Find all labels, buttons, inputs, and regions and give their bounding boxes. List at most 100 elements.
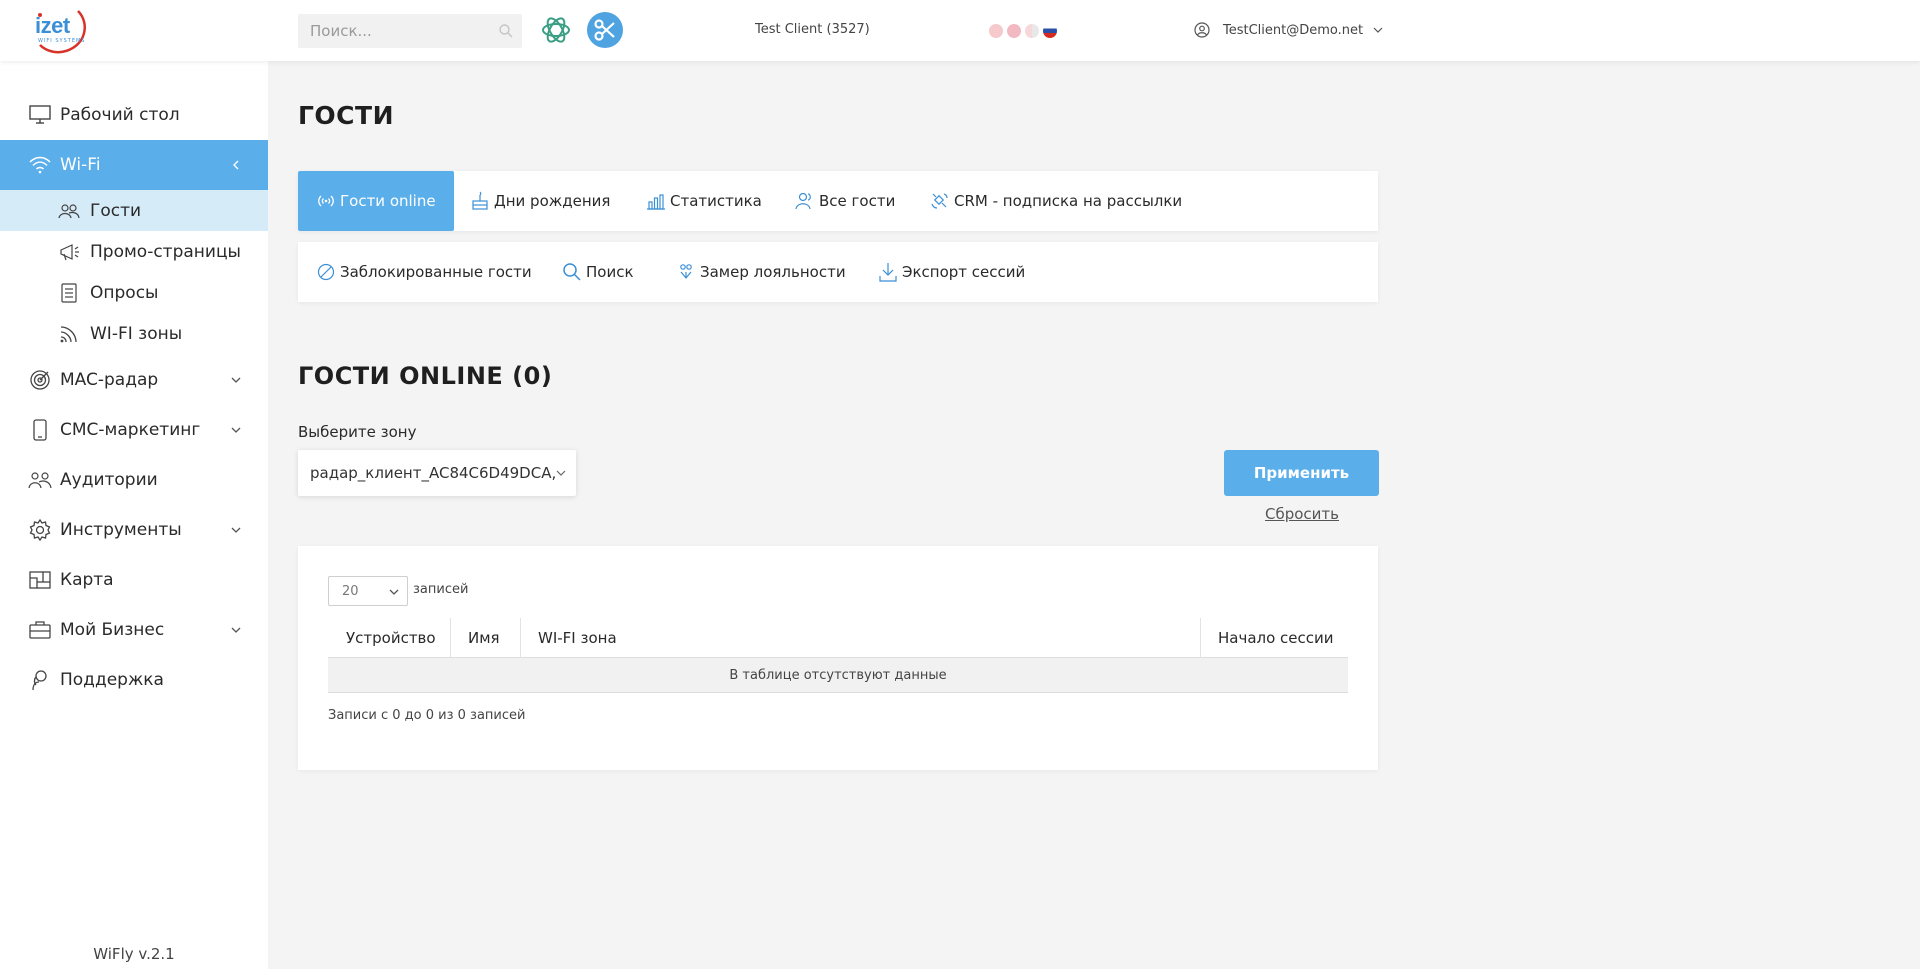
support-icon <box>28 668 52 692</box>
flag-icon[interactable] <box>989 24 1003 38</box>
sidebar-item-label: Поддержка <box>60 670 164 690</box>
chevron-down-icon <box>1373 27 1383 33</box>
tab-label: Экспорт сессий <box>902 263 1026 281</box>
signal-icon <box>58 323 80 345</box>
guests-icon <box>58 200 80 222</box>
sidebar-subitem-label: Промо-страницы <box>90 241 241 262</box>
sidebar-subitem-wifi-zones[interactable]: WI-FI зоны <box>0 313 268 354</box>
zone-label: Выберите зону <box>298 423 417 441</box>
cake-icon <box>470 191 490 211</box>
sidebar-item-label: Аудитории <box>60 470 158 490</box>
sidebar-item-label: MAC-радар <box>60 370 159 390</box>
sidebar-item-wifi[interactable]: Wi-Fi <box>0 140 268 190</box>
zone-select[interactable]: радар_клиент_AC84C6D49DCA, 1 <box>298 450 576 496</box>
column-divider <box>450 618 451 658</box>
sidebar-item-mac-radar[interactable]: MAC-радар <box>0 355 268 405</box>
column-header-session-start[interactable]: Начало сессии <box>1218 618 1334 658</box>
page-length-select[interactable]: 20 <box>328 576 408 606</box>
chart-icon <box>646 191 666 211</box>
sidebar-item-audiences[interactable]: Аудитории <box>0 455 268 505</box>
sidebar-subitem-guests[interactable]: Гости <box>0 190 268 231</box>
table-info: Записи с 0 до 0 из 0 записей <box>328 708 526 723</box>
client-name: Test Client (3527) <box>755 22 870 37</box>
page-length-value: 20 <box>342 584 359 599</box>
tab-label: Статистика <box>670 192 762 210</box>
search-box[interactable] <box>298 14 522 48</box>
logo-subtitle: WIFI SYSTEMS <box>38 38 86 44</box>
logo-text: izet <box>35 13 70 38</box>
loyalty-icon <box>676 262 696 282</box>
tab-label: Поиск <box>586 263 634 281</box>
map-icon <box>28 568 52 592</box>
gear-icon <box>28 518 52 542</box>
user-email: TestClient@Demo.net <box>1223 22 1364 38</box>
column-header-name[interactable]: Имя <box>468 618 500 658</box>
top-bar: izet WIFI SYSTEMS Test Client (3527) <box>0 0 1920 61</box>
radar-icon <box>28 368 52 392</box>
app-version: WiFly v.2.1 <box>93 945 175 963</box>
sidebar-subitem-surveys[interactable]: Опросы <box>0 272 268 313</box>
chevron-down-icon <box>231 377 241 383</box>
briefcase-icon <box>28 618 52 642</box>
tabs-row-secondary: Заблокированные гости Поиск Замер лояльн… <box>298 242 1378 302</box>
apply-button[interactable]: Применить <box>1224 450 1379 496</box>
user-menu[interactable]: TestClient@Demo.net <box>1194 20 1383 40</box>
logo[interactable]: izet WIFI SYSTEMS <box>30 5 90 55</box>
sidebar-item-label: Инструменты <box>60 520 182 540</box>
sidebar-subitem-label: WI-FI зоны <box>90 323 183 344</box>
zone-select-value: радар_клиент_AC84C6D49DCA, 1 <box>310 464 560 482</box>
search-input[interactable] <box>298 14 478 48</box>
guests-table-card: 20 записей Устройство Имя WI-FI зона Нач… <box>298 546 1378 770</box>
column-header-device[interactable]: Устройство <box>346 618 436 658</box>
sidebar-item-label: Карта <box>60 570 114 590</box>
sidebar-item-label: Рабочий стол <box>60 105 180 125</box>
sidebar-item-support[interactable]: Поддержка <box>0 655 268 705</box>
language-switcher <box>989 24 1057 38</box>
sidebar-item-business[interactable]: Мой Бизнес <box>0 605 268 655</box>
reset-link[interactable]: Сбросить <box>1265 505 1339 523</box>
sidebar-item-tools[interactable]: Инструменты <box>0 505 268 555</box>
tab-loyalty[interactable]: Замер лояльности <box>676 242 846 302</box>
sidebar-subitem-promo[interactable]: Промо-страницы <box>0 231 268 272</box>
sidebar-item-sms[interactable]: СМС-маркетинг <box>0 405 268 455</box>
page-title: ГОСТИ <box>298 101 395 130</box>
tab-blocked-guests[interactable]: Заблокированные гости <box>316 242 532 302</box>
megaphone-icon <box>58 241 80 263</box>
phone-icon <box>28 418 52 442</box>
sidebar-subitem-label: Гости <box>90 200 142 221</box>
flag-ru-icon[interactable] <box>1043 24 1057 38</box>
section-title: ГОСТИ ONLINE (0) <box>298 362 553 390</box>
tab-all-guests[interactable]: Все гости <box>795 171 895 231</box>
chevron-down-icon <box>231 427 241 433</box>
tab-label: CRM - подписка на рассылки <box>954 192 1183 210</box>
user-circle-icon <box>1194 22 1210 38</box>
wifi-icon <box>28 153 52 177</box>
search-icon[interactable] <box>498 23 514 39</box>
sidebar-item-dashboard[interactable]: Рабочий стол <box>0 90 268 140</box>
tab-label: Замер лояльности <box>700 263 846 281</box>
tab-label: Дни рождения <box>494 192 611 210</box>
column-divider <box>1200 618 1201 658</box>
tab-crm-subscription[interactable]: CRM - подписка на рассылки <box>930 171 1182 231</box>
broadcast-icon <box>316 191 336 211</box>
chevron-down-icon <box>389 589 399 595</box>
table-header: Устройство Имя WI-FI зона Начало сессии <box>328 618 1348 658</box>
tab-statistics[interactable]: Статистика <box>646 171 762 231</box>
scissors-button[interactable] <box>587 12 623 48</box>
chatgpt-icon[interactable] <box>538 12 574 48</box>
people-icon <box>28 468 52 492</box>
tab-guests-online[interactable]: Гости online <box>298 171 454 231</box>
sidebar-item-map[interactable]: Карта <box>0 555 268 605</box>
tab-birthdays[interactable]: Дни рождения <box>470 171 610 231</box>
flag-icon[interactable] <box>1007 24 1021 38</box>
chevron-left-icon <box>233 160 239 170</box>
sidebar-item-label: СМС-маркетинг <box>60 420 201 440</box>
satellite-icon <box>930 191 950 211</box>
column-divider <box>520 618 521 658</box>
flag-icon[interactable] <box>1025 24 1039 38</box>
tab-export-sessions[interactable]: Экспорт сессий <box>878 242 1025 302</box>
column-header-wifi-zone[interactable]: WI-FI зона <box>538 618 617 658</box>
table-empty-row: В таблице отсутствуют данные <box>328 658 1348 693</box>
tab-search[interactable]: Поиск <box>562 242 634 302</box>
sidebar-item-label: Мой Бизнес <box>60 620 165 640</box>
